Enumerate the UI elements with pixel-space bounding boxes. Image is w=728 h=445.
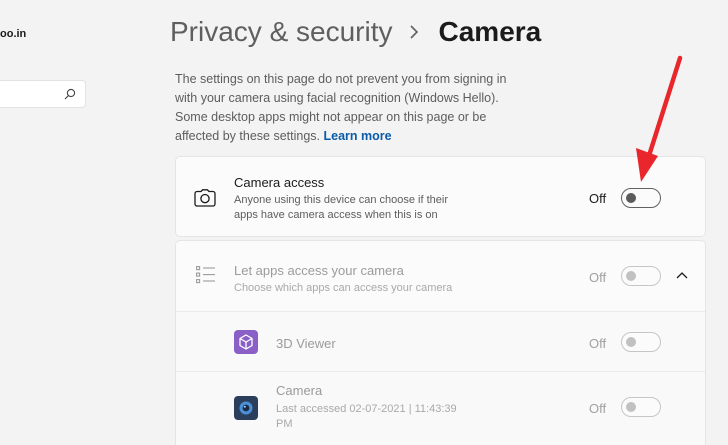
3d-viewer-toggle[interactable] — [621, 332, 661, 352]
list-item-camera: Camera Last accessed 02-07-2021 | 11:43:… — [176, 371, 705, 445]
toggle-knob — [626, 193, 636, 203]
let-apps-access-toggle[interactable] — [621, 266, 661, 286]
toggle-knob — [626, 402, 636, 412]
chevron-up-icon[interactable] — [676, 270, 688, 280]
3d-viewer-icon — [234, 330, 258, 354]
page-description: The settings on this page do not prevent… — [175, 70, 515, 146]
app-name: 3D Viewer — [276, 336, 336, 351]
camera-access-toggle[interactable] — [621, 188, 661, 208]
breadcrumb: Privacy & security Camera — [170, 15, 541, 49]
toggle-knob — [626, 271, 636, 281]
learn-more-link[interactable]: Learn more — [324, 129, 392, 143]
app-access-card: Let apps access your camera Choose which… — [175, 240, 706, 445]
camera-icon — [194, 189, 216, 207]
let-apps-access-row[interactable]: Let apps access your camera Choose which… — [176, 241, 705, 311]
app-list-icon — [196, 266, 215, 284]
breadcrumb-privacy-security[interactable]: Privacy & security — [170, 15, 393, 49]
chevron-right-icon — [409, 15, 421, 49]
app-name: Camera — [276, 383, 323, 398]
camera-access-card: Camera access Anyone using this device c… — [175, 156, 706, 237]
camera-access-title: Camera access — [234, 175, 325, 190]
search-input[interactable] — [0, 80, 86, 108]
camera-app-toggle[interactable] — [621, 397, 661, 417]
let-apps-access-state: Off — [589, 270, 607, 285]
app-state: Off — [589, 336, 607, 351]
camera-access-subtitle: Anyone using this device can choose if t… — [234, 194, 449, 221]
app-state: Off — [589, 401, 607, 416]
let-apps-access-subtitle: Choose which apps can access your camera — [234, 282, 453, 294]
let-apps-access-title: Let apps access your camera — [234, 263, 404, 278]
camera-access-state: Off — [589, 191, 607, 206]
toggle-knob — [626, 337, 636, 347]
app-last-accessed: Last accessed 02-07-2021 | 11:43:39 PM — [276, 403, 457, 430]
account-email: oo.in — [0, 28, 27, 40]
camera-app-icon — [234, 396, 258, 420]
page-title: Camera — [438, 16, 542, 47]
list-item-3d-viewer: 3D Viewer Off — [176, 311, 705, 371]
search-icon — [64, 88, 76, 100]
